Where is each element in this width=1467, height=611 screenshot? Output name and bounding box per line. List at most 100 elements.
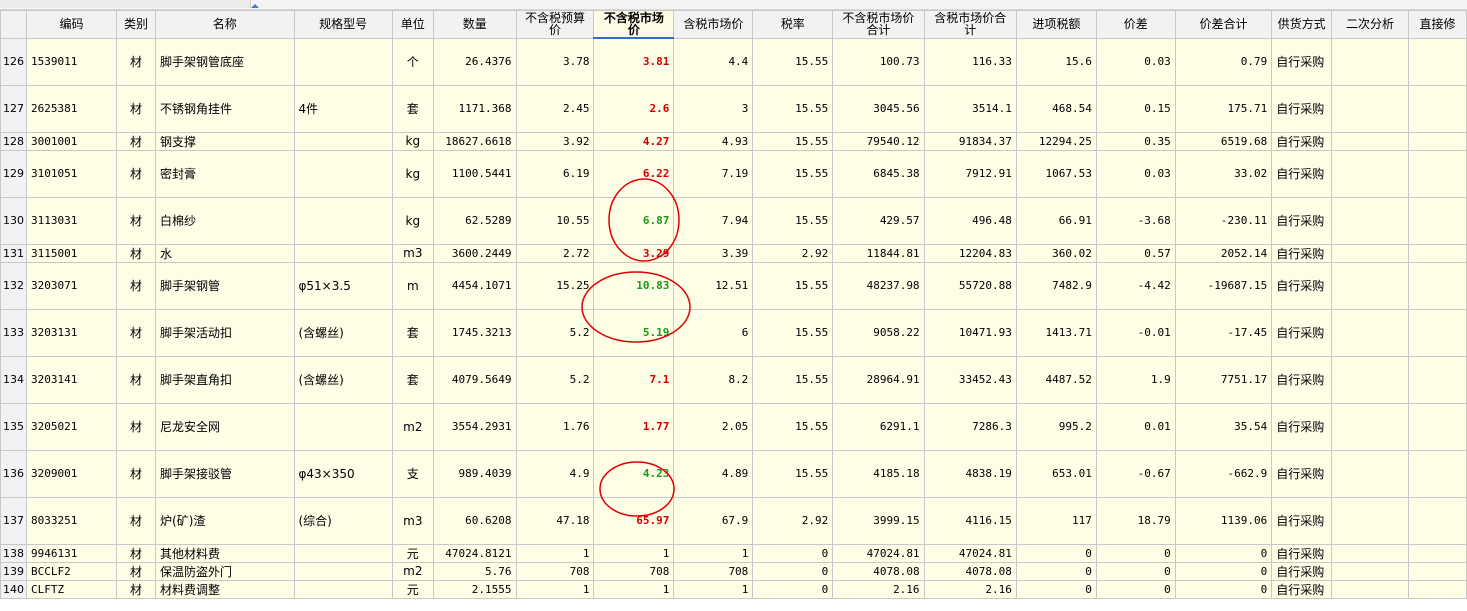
cell-code[interactable]: BCCLF2 — [25, 561, 118, 581]
cell-market-tax-total[interactable]: 4116.15 — [923, 496, 1017, 545]
cell-code[interactable]: 3101051 — [25, 149, 118, 198]
cell-market-tax[interactable]: 4.93 — [673, 131, 754, 151]
cell-cat[interactable]: 材 — [116, 355, 157, 404]
cell-spec[interactable] — [293, 37, 393, 86]
cell-direct[interactable] — [1407, 131, 1467, 151]
cell-code[interactable]: 9946131 — [25, 543, 118, 563]
row-number-cell[interactable]: 126 — [0, 37, 27, 86]
row-number-cell[interactable]: 132 — [0, 261, 27, 310]
table-row[interactable]: 136 3209001 材脚手架接驳管 φ43×350 支 989.4039 4.9 4.23… — [0, 449, 1467, 498]
cell-unit[interactable]: 套 — [391, 84, 434, 133]
cell-diff-total[interactable]: 0 — [1174, 543, 1273, 563]
cell-code[interactable]: 3203131 — [25, 308, 118, 357]
cell-budget[interactable]: 15.25 — [515, 261, 595, 310]
cell-market-tax[interactable]: 7.19 — [673, 149, 754, 198]
cell-tax-rate[interactable]: 15.55 — [752, 449, 834, 498]
cell-name[interactable]: 脚手架接驳管 — [155, 449, 295, 498]
cell-market[interactable]: 708 — [593, 561, 675, 581]
cell-budget[interactable]: 708 — [515, 561, 595, 581]
cell-market-total[interactable]: 4078.08 — [832, 561, 925, 581]
cell-direct[interactable] — [1407, 402, 1467, 451]
cell-budget[interactable]: 3.78 — [515, 37, 595, 86]
cell-market-tax[interactable]: 12.51 — [673, 261, 754, 310]
cell-code[interactable]: 3203141 — [25, 355, 118, 404]
cell-diff-total[interactable]: 35.54 — [1174, 402, 1273, 451]
cell-name[interactable]: 脚手架钢管底座 — [155, 37, 295, 86]
cell-market[interactable]: 1 — [593, 543, 675, 563]
cell-market-total[interactable]: 9058.22 — [832, 308, 925, 357]
row-number-cell[interactable]: 140 — [0, 579, 27, 599]
table-row[interactable]: 135 3205021 材尼龙安全网 m2 3554.2931 1.76 1.77 2.05 1… — [0, 402, 1467, 451]
cell-budget[interactable]: 3.92 — [515, 131, 595, 151]
cell-input-tax[interactable]: 7482.9 — [1015, 261, 1097, 310]
cell-market-tax[interactable]: 3.39 — [673, 243, 754, 263]
row-number-cell[interactable]: 131 — [0, 243, 27, 263]
cell-direct[interactable] — [1407, 308, 1467, 357]
cell-spec[interactable] — [293, 149, 393, 198]
cell-market-total[interactable]: 79540.12 — [832, 131, 925, 151]
cell-market[interactable]: 2.6 — [593, 84, 675, 133]
cell-direct[interactable] — [1407, 579, 1467, 599]
table-row[interactable]: 139 BCCLF2 材保温防盗外门 m2 5.76 708 708 708 0 4078.08 4… — [0, 561, 1467, 581]
column-header-cat[interactable]: 类别 — [116, 10, 157, 39]
cell-budget[interactable]: 6.19 — [515, 149, 595, 198]
cell-qty[interactable]: 1171.368 — [432, 84, 517, 133]
cell-budget[interactable]: 1 — [515, 543, 595, 563]
cell-diff-total[interactable]: -19687.15 — [1174, 261, 1273, 310]
cell-direct[interactable] — [1407, 261, 1467, 310]
cell-supply[interactable]: 自行采购 — [1271, 449, 1333, 498]
cell-market[interactable]: 65.97 — [593, 496, 675, 545]
cell-budget[interactable]: 10.55 — [515, 196, 595, 245]
cell-input-tax[interactable]: 360.02 — [1015, 243, 1097, 263]
cell-market-total[interactable]: 429.57 — [832, 196, 925, 245]
cell-unit[interactable]: m3 — [391, 243, 434, 263]
cell-market-total[interactable]: 3045.56 — [832, 84, 925, 133]
cell-market[interactable]: 1.77 — [593, 402, 675, 451]
table-row[interactable]: 140 CLFTZ 材材料费调整元 2.1555 1 1 1 0 2.16 2.16 0 0 0 自行采购 — [0, 579, 1467, 599]
cell-diff-total[interactable]: 175.71 — [1174, 84, 1273, 133]
cell-diff-total[interactable]: -230.11 — [1174, 196, 1273, 245]
row-number-cell[interactable]: 138 — [0, 543, 27, 563]
cell-cat[interactable]: 材 — [116, 261, 157, 310]
cell-diff-total[interactable]: 0 — [1174, 561, 1273, 581]
cell-supply[interactable]: 自行采购 — [1271, 261, 1333, 310]
cell-analysis[interactable] — [1331, 37, 1409, 86]
cell-qty[interactable]: 1745.3213 — [432, 308, 517, 357]
cell-spec[interactable]: (含螺丝) — [293, 355, 393, 404]
cell-name[interactable]: 钢支撑 — [155, 131, 295, 151]
cell-analysis[interactable] — [1331, 308, 1409, 357]
cell-cat[interactable]: 材 — [116, 561, 157, 581]
cell-input-tax[interactable]: 0 — [1015, 561, 1097, 581]
cell-market-tax-total[interactable]: 4838.19 — [923, 449, 1017, 498]
cell-code[interactable]: 3203071 — [25, 261, 118, 310]
cell-input-tax[interactable]: 653.01 — [1015, 449, 1097, 498]
cell-market[interactable]: 4.27 — [593, 131, 675, 151]
cell-diff-total[interactable]: 33.02 — [1174, 149, 1273, 198]
cell-qty[interactable]: 3600.2449 — [432, 243, 517, 263]
column-header-market-tax-total[interactable]: 含税市场价合计 — [923, 10, 1017, 39]
cell-diff-total[interactable]: -662.9 — [1174, 449, 1273, 498]
cell-qty[interactable]: 60.6208 — [432, 496, 517, 545]
cell-cat[interactable]: 材 — [116, 196, 157, 245]
cell-market-tax-total[interactable]: 33452.43 — [923, 355, 1017, 404]
cell-market-total[interactable]: 6845.38 — [832, 149, 925, 198]
cell-market[interactable]: 10.83 — [593, 261, 675, 310]
cell-market-tax[interactable]: 67.9 — [673, 496, 754, 545]
cell-supply[interactable]: 自行采购 — [1271, 37, 1333, 86]
cell-budget[interactable]: 2.45 — [515, 84, 595, 133]
cell-name[interactable]: 材料费调整 — [155, 579, 295, 599]
cell-spec[interactable]: φ43×350 — [293, 449, 393, 498]
cell-market-tax[interactable]: 6 — [673, 308, 754, 357]
cell-budget[interactable]: 1 — [515, 579, 595, 599]
table-row[interactable]: 133 3203131 材脚手架活动扣 (含螺丝) 套 1745.3213 5.2 5.19 6… — [0, 308, 1467, 357]
cell-tax-rate[interactable]: 2.92 — [752, 243, 834, 263]
cell-market-tax[interactable]: 8.2 — [673, 355, 754, 404]
cell-unit[interactable]: kg — [391, 196, 434, 245]
cell-qty[interactable]: 18627.6618 — [432, 131, 517, 151]
cell-market-tax[interactable]: 4.89 — [673, 449, 754, 498]
row-number-cell[interactable]: 135 — [0, 402, 27, 451]
cell-code[interactable]: 3001001 — [25, 131, 118, 151]
cell-direct[interactable] — [1407, 355, 1467, 404]
cell-name[interactable]: 脚手架钢管 — [155, 261, 295, 310]
table-row[interactable]: 137 8033251 材炉(矿)渣 (综合) m3 60.6208 47.18 65.97 6… — [0, 496, 1467, 545]
